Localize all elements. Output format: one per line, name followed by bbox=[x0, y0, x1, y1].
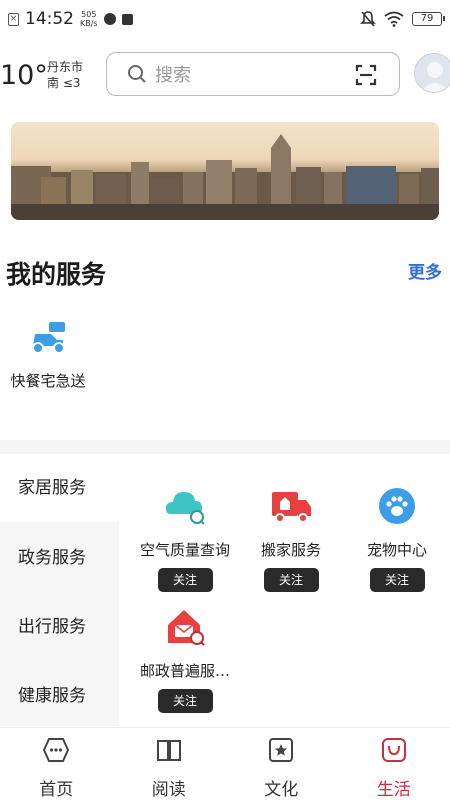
service-label: 快餐宅急送 bbox=[10, 372, 86, 390]
service-air-quality[interactable]: 空气质量查询 关注 bbox=[130, 486, 240, 592]
status-right: 79 bbox=[360, 10, 445, 28]
service-label: 邮政普遍服… bbox=[139, 662, 230, 680]
nav-label: 文化 bbox=[264, 780, 299, 800]
city-skyline-image bbox=[11, 134, 439, 220]
record-icon bbox=[103, 13, 116, 25]
notification-icon: × bbox=[8, 12, 19, 26]
air-quality-icon bbox=[166, 492, 205, 525]
moving-truck-icon bbox=[272, 492, 311, 523]
service-label: 搬家服务 bbox=[260, 541, 321, 559]
postal-house-icon bbox=[168, 610, 205, 646]
service-moving[interactable]: 搬家服务 关注 bbox=[236, 486, 346, 592]
network-speed-value: 505 bbox=[81, 10, 97, 19]
delivery-scooter-icon bbox=[32, 322, 65, 354]
service-label: 空气质量查询 bbox=[139, 541, 230, 559]
nav-label: 生活 bbox=[376, 780, 411, 800]
nav-culture[interactable]: 文化 bbox=[225, 728, 338, 800]
wind-info: 南 ≤3 bbox=[47, 76, 81, 90]
mute-icon bbox=[360, 11, 376, 27]
status-bar: × 14:52 505 KB/s 79 bbox=[0, 0, 450, 38]
bottom-nav: 首页 阅读 文化 生活 bbox=[0, 727, 450, 800]
category-home-services[interactable]: 家居服务 bbox=[0, 454, 119, 522]
scan-icon[interactable] bbox=[355, 64, 377, 86]
life-bag-icon bbox=[381, 738, 406, 762]
pet-paw-icon bbox=[379, 488, 415, 524]
nav-label: 阅读 bbox=[151, 780, 186, 800]
city-name: 丹东市 bbox=[47, 60, 84, 74]
book-icon bbox=[156, 740, 181, 761]
category-health-services[interactable]: 健康服务 bbox=[0, 662, 119, 730]
weather-location[interactable]: 丹东市 南 ≤3 bbox=[47, 59, 83, 91]
search-input[interactable]: 搜索 bbox=[106, 52, 400, 96]
follow-button[interactable]: 关注 bbox=[263, 568, 319, 592]
nav-home[interactable]: 首页 bbox=[0, 728, 113, 800]
follow-button[interactable]: 关注 bbox=[369, 568, 425, 592]
stop-icon bbox=[121, 13, 133, 25]
weather-temperature[interactable]: 10° bbox=[0, 60, 48, 91]
city-banner[interactable] bbox=[11, 122, 439, 220]
wifi-icon bbox=[384, 11, 404, 27]
search-icon bbox=[128, 65, 146, 83]
network-speed: 505 KB/s bbox=[80, 10, 98, 28]
network-speed-unit: KB/s bbox=[80, 19, 98, 28]
header: 10° 丹东市 南 ≤3 搜索 bbox=[0, 50, 450, 100]
follow-button[interactable]: 关注 bbox=[157, 689, 213, 713]
battery-icon: 79 bbox=[412, 12, 445, 26]
follow-button[interactable]: 关注 bbox=[157, 568, 213, 592]
service-postal-universal[interactable]: 邮政普遍服… 关注 bbox=[130, 607, 240, 713]
avatar[interactable] bbox=[414, 53, 450, 93]
nav-life[interactable]: 生活 bbox=[338, 728, 450, 800]
section-divider bbox=[0, 440, 450, 454]
search-placeholder: 搜索 bbox=[155, 65, 191, 86]
category-travel-services[interactable]: 出行服务 bbox=[0, 593, 119, 661]
my-services-title: 我的服务 bbox=[6, 260, 107, 289]
service-pet-center[interactable]: 宠物中心 关注 bbox=[342, 486, 450, 592]
avatar-icon bbox=[421, 62, 449, 92]
app-screen: × 14:52 505 KB/s 79 10° 丹东市 南 ≤3 搜索 我的服务… bbox=[0, 0, 450, 800]
home-icon bbox=[43, 738, 70, 762]
nav-label: 首页 bbox=[39, 780, 74, 800]
culture-star-icon bbox=[269, 738, 294, 762]
category-list: 家居服务 政务服务 出行服务 健康服务 bbox=[0, 454, 119, 726]
more-link[interactable]: 更多 bbox=[408, 258, 442, 283]
nav-reading[interactable]: 阅读 bbox=[113, 728, 226, 800]
service-fast-food-delivery[interactable]: 快餐宅急送 bbox=[8, 320, 88, 391]
status-time: 14:52 bbox=[25, 9, 74, 29]
category-government-services[interactable]: 政务服务 bbox=[0, 524, 119, 592]
service-label: 宠物中心 bbox=[366, 541, 427, 559]
status-left: × 14:52 505 KB/s bbox=[8, 9, 133, 29]
